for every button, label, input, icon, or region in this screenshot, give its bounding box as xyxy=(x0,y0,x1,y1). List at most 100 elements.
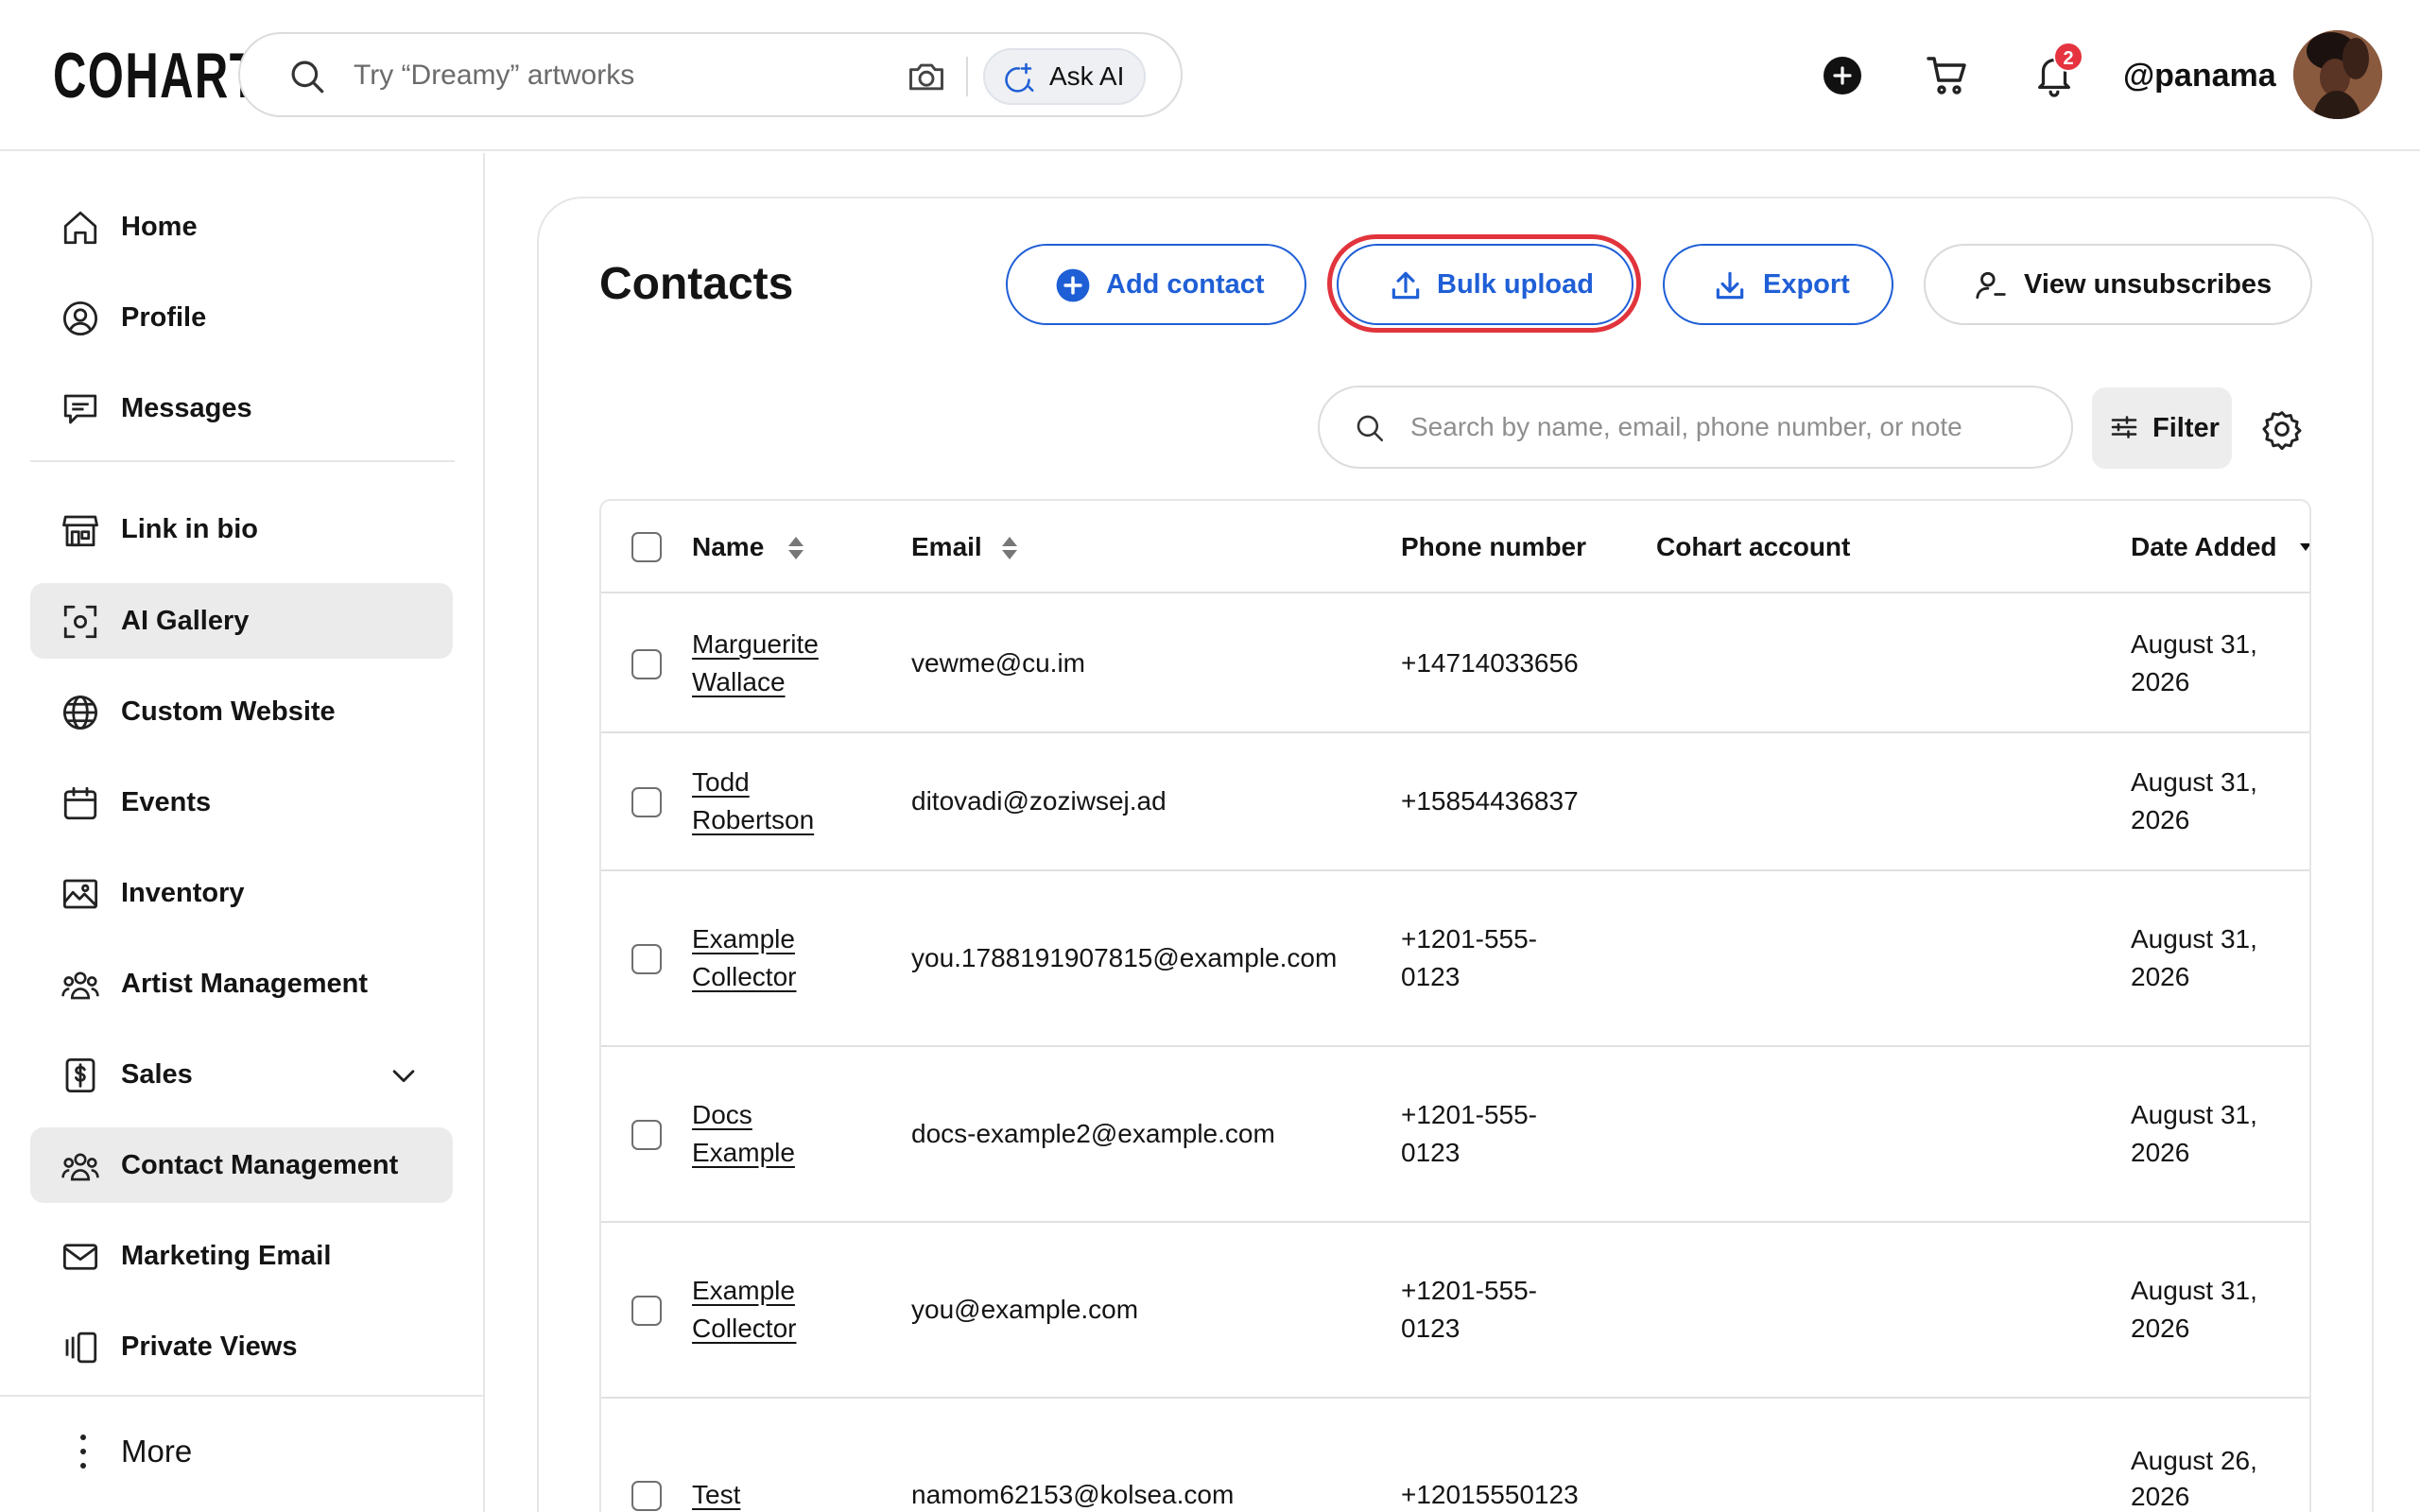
camera-icon[interactable] xyxy=(906,56,947,97)
table-row[interactable]: Docs Example docs-example2@example.com +… xyxy=(601,1047,2309,1223)
cart-icon[interactable] xyxy=(1925,53,1970,98)
username-label[interactable]: @panama xyxy=(2123,55,2276,96)
download-icon xyxy=(1716,271,1744,300)
user-minus-icon xyxy=(1976,271,2006,300)
row-checkbox[interactable] xyxy=(631,1296,662,1326)
contact-date-line1: August 31, xyxy=(2131,629,2257,659)
row-checkbox[interactable] xyxy=(631,787,662,817)
select-all-checkbox[interactable] xyxy=(631,532,662,562)
sidebar-item-inventory[interactable]: Inventory xyxy=(30,855,453,931)
sidebar-item-ai-gallery[interactable]: AI Gallery xyxy=(30,583,453,659)
table-row[interactable]: Todd Robertson ditovadi@zoziwsej.ad +158… xyxy=(601,733,2309,871)
plus-circle-icon xyxy=(1056,268,1090,302)
row-checkbox[interactable] xyxy=(631,1120,662,1150)
contact-phone-line2: 0123 xyxy=(1401,962,1461,991)
sidebar-item-label: Marketing Email xyxy=(121,1241,332,1271)
sidebar-item-contact-management[interactable]: Contact Management xyxy=(30,1127,453,1203)
table-row[interactable]: Example Collector you.1788191907815@exam… xyxy=(601,871,2309,1047)
contact-email: you@example.com xyxy=(911,1295,1139,1324)
sidebar-item-sales[interactable]: Sales xyxy=(30,1037,453,1112)
sidebar-item-artist-management[interactable]: Artist Management xyxy=(30,946,453,1022)
chevron-down-icon[interactable] xyxy=(388,1059,420,1091)
contact-phone-line2: 0123 xyxy=(1401,1314,1461,1343)
search-icon xyxy=(291,60,324,94)
add-contact-button[interactable]: Add contact xyxy=(1006,244,1306,325)
views-icon xyxy=(65,1332,97,1364)
column-header-name[interactable]: Name xyxy=(692,501,764,593)
sidebar-item-events[interactable]: Events xyxy=(30,765,453,840)
contact-name-last[interactable]: Robertson xyxy=(692,801,872,839)
view-unsubscribes-button[interactable]: View unsubscribes xyxy=(1924,244,2312,325)
sidebar-item-label: Custom Website xyxy=(121,696,336,727)
sidebar-item-home[interactable]: Home xyxy=(30,189,453,265)
sidebar-item-messages[interactable]: Messages xyxy=(30,370,453,446)
table-row[interactable]: Example Collector you@example.com +1201-… xyxy=(601,1223,2309,1399)
row-checkbox[interactable] xyxy=(631,1481,662,1511)
contact-name-first[interactable]: Test xyxy=(692,1476,872,1512)
contact-search-input[interactable]: Search by name, email, phone number, or … xyxy=(1410,387,1962,467)
bulk-upload-label: Bulk upload xyxy=(1437,269,1594,300)
filter-button[interactable]: Filter xyxy=(2092,387,2232,469)
contact-name-first[interactable]: Docs xyxy=(692,1096,872,1134)
cohart-logo[interactable]: COHART xyxy=(53,38,259,113)
sidebar-item-label: Artist Management xyxy=(121,969,369,999)
messages-icon xyxy=(63,394,97,424)
contact-name-first[interactable]: Marguerite xyxy=(692,626,872,663)
artwork-search-input[interactable]: Try “Dreamy” artworks xyxy=(354,34,634,117)
profile-icon xyxy=(62,301,98,336)
table-row[interactable]: Test namom62153@kolsea.com +12015550123 … xyxy=(601,1399,2309,1512)
scan-icon xyxy=(63,605,97,639)
contact-name-first[interactable]: Todd xyxy=(692,764,872,801)
row-checkbox[interactable] xyxy=(631,649,662,679)
contact-email: docs-example2@example.com xyxy=(911,1119,1275,1148)
sidebar-item-label: AI Gallery xyxy=(121,606,250,636)
sort-desc-icon[interactable] xyxy=(2299,541,2311,554)
table-row[interactable]: Marguerite Wallace vewme@cu.im +14714033… xyxy=(601,595,2309,733)
create-plus-button[interactable] xyxy=(1824,57,1861,94)
sidebar-item-label: Contact Management xyxy=(121,1150,399,1180)
export-label: Export xyxy=(1763,269,1850,300)
sidebar-item-profile[interactable]: Profile xyxy=(30,280,453,355)
contact-name-first[interactable]: Example xyxy=(692,920,872,958)
contact-date-line1: August 31, xyxy=(2131,767,2257,797)
table-header: Name Email Phone number Cohart account D… xyxy=(601,501,2311,593)
contact-name-last[interactable]: Example xyxy=(692,1134,872,1172)
sidebar-item-link-in-bio[interactable]: Link in bio xyxy=(30,491,453,567)
sidebar-item-label: Sales xyxy=(121,1059,193,1090)
contact-search-bar[interactable]: Search by name, email, phone number, or … xyxy=(1318,386,2073,469)
avatar[interactable] xyxy=(2293,30,2382,119)
contact-phone: +15854436837 xyxy=(1401,786,1579,816)
contact-name-first[interactable]: Example xyxy=(692,1272,872,1310)
contact-date-line2: 2026 xyxy=(2131,667,2190,696)
ask-ai-button[interactable]: Ask AI xyxy=(983,48,1146,105)
contact-name-last[interactable]: Wallace xyxy=(692,663,872,701)
row-checkbox[interactable] xyxy=(631,944,662,974)
add-contact-label: Add contact xyxy=(1106,269,1265,300)
sidebar-item-custom-website[interactable]: Custom Website xyxy=(30,674,453,749)
contact-date-line1: August 26, xyxy=(2131,1446,2257,1475)
sidebar-item-private-views[interactable]: Private Views xyxy=(30,1309,453,1384)
sidebar-bottom-divider xyxy=(0,1395,485,1397)
filter-label: Filter xyxy=(2152,413,2220,443)
gear-icon[interactable] xyxy=(2261,408,2303,450)
export-button[interactable]: Export xyxy=(1663,244,1893,325)
artwork-search-bar[interactable]: Try “Dreamy” artworks Ask AI xyxy=(238,32,1183,117)
sort-icon[interactable] xyxy=(786,535,805,561)
sidebar-item-label: Inventory xyxy=(121,878,245,908)
more-dots-icon[interactable] xyxy=(76,1431,91,1472)
contact-name-last[interactable]: Collector xyxy=(692,958,872,996)
page-title: Contacts xyxy=(599,259,794,309)
bulk-upload-button[interactable]: Bulk upload xyxy=(1337,244,1634,325)
image-icon xyxy=(62,879,98,909)
storefront-icon xyxy=(62,515,98,547)
sidebar-item-label: Private Views xyxy=(121,1332,298,1362)
column-header-cohart-account: Cohart account xyxy=(1656,532,1851,561)
sidebar-item-marketing-email[interactable]: Marketing Email xyxy=(30,1218,453,1294)
contact-name-last[interactable]: Collector xyxy=(692,1310,872,1348)
users-icon xyxy=(61,971,99,1000)
column-header-date-added[interactable]: Date Added xyxy=(2131,501,2277,593)
sidebar-more-label[interactable]: More xyxy=(121,1429,192,1474)
ask-ai-label: Ask AI xyxy=(1049,61,1125,91)
column-header-email[interactable]: Email xyxy=(911,501,982,593)
sort-icon[interactable] xyxy=(1000,535,1019,561)
